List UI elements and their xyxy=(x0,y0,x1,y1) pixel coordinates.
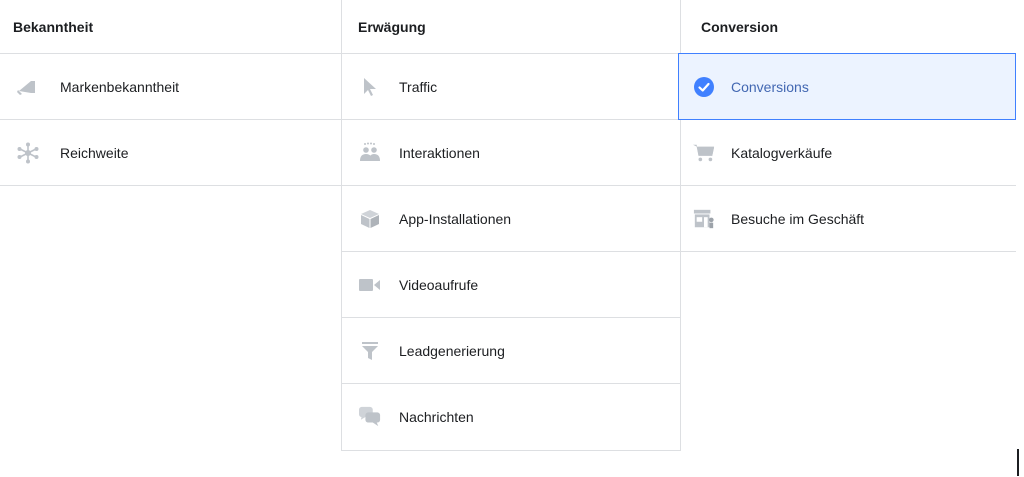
objective-label: Traffic xyxy=(399,78,438,95)
objective-nachrichten[interactable]: Nachrichten xyxy=(342,384,680,450)
objective-traffic[interactable]: Traffic xyxy=(342,54,680,120)
objective-label: Reichweite xyxy=(60,144,129,161)
check-circle-icon xyxy=(693,76,715,98)
store-icon xyxy=(693,208,715,230)
people-icon xyxy=(359,142,381,164)
column-conversion: Conversion Conversions Katalogverkäufe B… xyxy=(678,0,1016,252)
column-header: Bekanntheit xyxy=(0,0,341,54)
funnel-icon xyxy=(359,340,381,362)
column-erwaegung: Erwägung Traffic Interaktionen App-Insta… xyxy=(341,0,681,451)
objective-leadgenerierung[interactable]: Leadgenerierung xyxy=(342,318,680,384)
shopping-cart-icon xyxy=(693,142,715,164)
objective-reichweite[interactable]: Reichweite xyxy=(0,120,341,186)
objective-label: App-Installationen xyxy=(399,210,512,227)
megaphone-icon xyxy=(17,76,39,98)
objective-label: Interaktionen xyxy=(399,144,480,161)
objective-app-installationen[interactable]: App-Installationen xyxy=(342,186,680,252)
cursor-arrow-icon xyxy=(359,76,381,98)
column-header: Conversion xyxy=(679,0,1016,54)
objective-markenbekanntheit[interactable]: Markenbekanntheit xyxy=(0,54,341,120)
objective-interaktionen[interactable]: Interaktionen xyxy=(342,120,680,186)
objective-label: Nachrichten xyxy=(399,409,474,425)
column-header: Erwägung xyxy=(342,0,680,54)
objective-grid: Bekanntheit Markenbekanntheit Reichweite… xyxy=(0,0,1016,452)
objective-label: Conversions xyxy=(731,78,809,95)
video-camera-icon xyxy=(359,274,381,296)
reach-network-icon xyxy=(17,142,39,164)
objective-label: Videoaufrufe xyxy=(399,276,479,293)
objective-label: Besuche im Geschäft xyxy=(731,210,865,227)
objective-videoaufrufe[interactable]: Videoaufrufe xyxy=(342,252,680,318)
objective-label: Leadgenerierung xyxy=(399,342,505,359)
objective-conversions[interactable]: Conversions xyxy=(678,53,1016,120)
column-bekanntheit: Bekanntheit Markenbekanntheit Reichweite xyxy=(0,0,341,186)
objective-besuche-im-geschaeft[interactable]: Besuche im Geschäft xyxy=(679,186,1016,252)
objective-katalogverkaeufe[interactable]: Katalogverkäufe xyxy=(679,120,1016,186)
objective-label: Katalogverkäufe xyxy=(731,144,833,161)
box-icon xyxy=(359,208,381,230)
chat-bubbles-icon xyxy=(359,406,381,428)
text-cursor-icon xyxy=(1017,449,1019,476)
objective-label: Markenbekanntheit xyxy=(60,78,180,95)
